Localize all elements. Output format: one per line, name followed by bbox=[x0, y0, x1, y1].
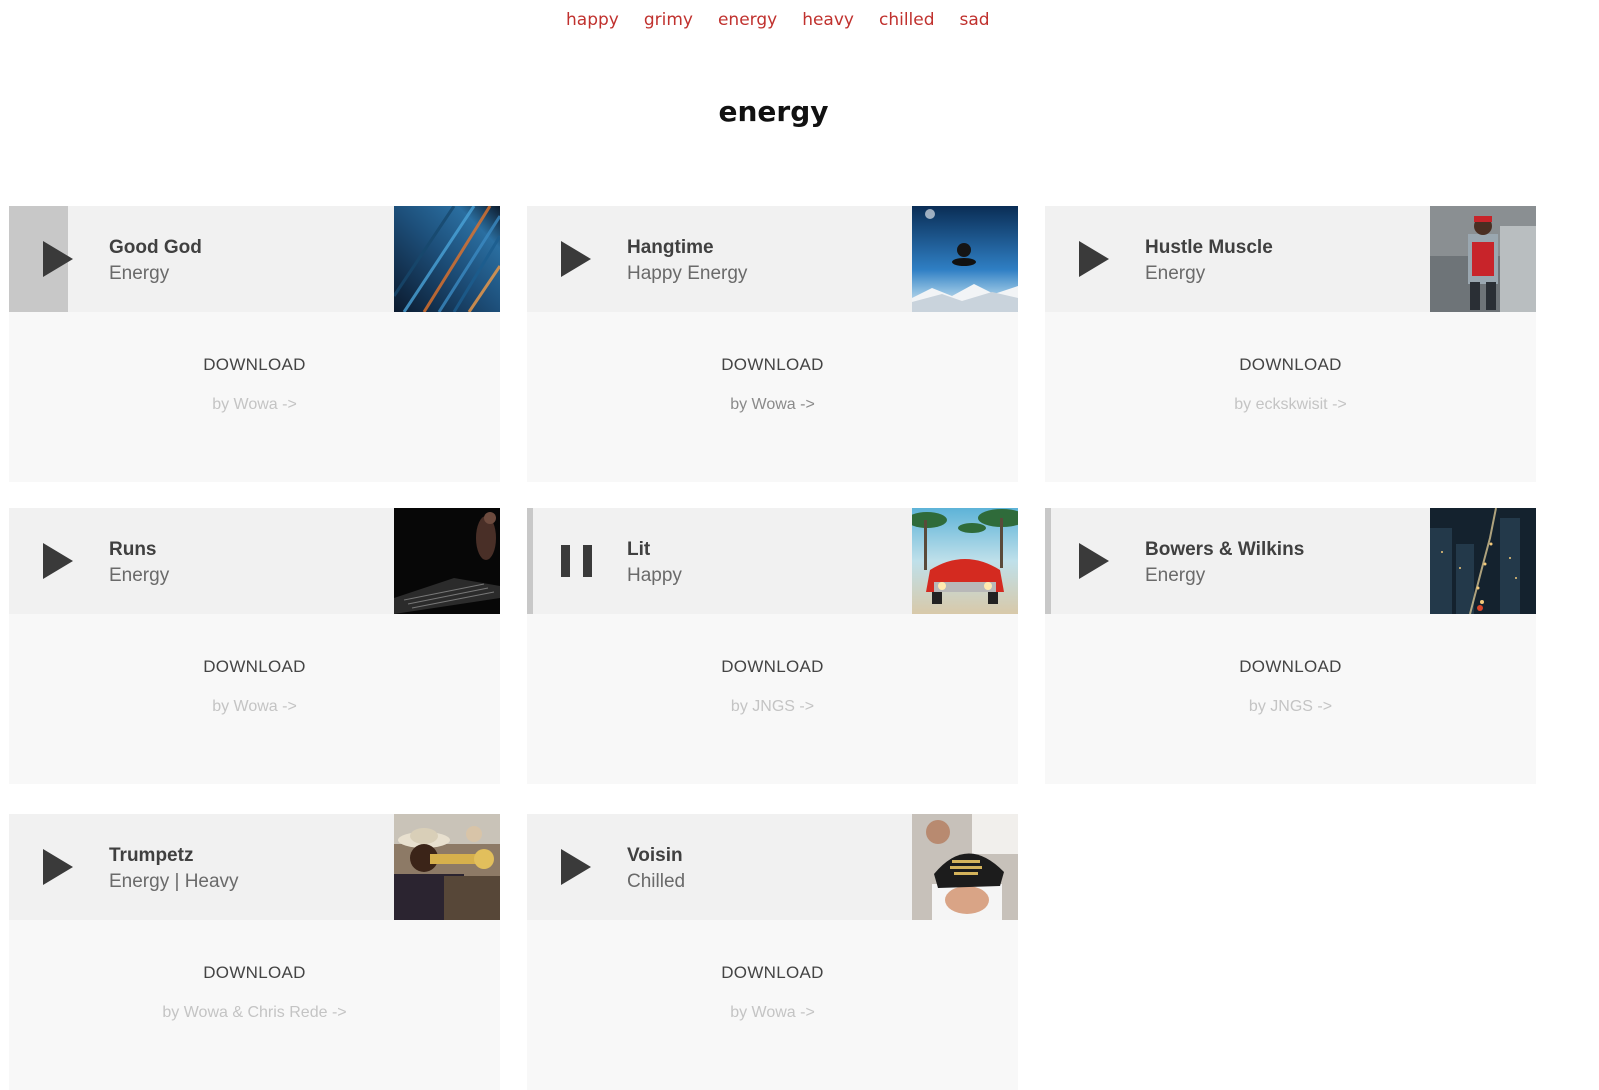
cover-image bbox=[1430, 508, 1536, 614]
track-title: Lit bbox=[627, 539, 651, 560]
track-title: Runs bbox=[109, 539, 157, 560]
cover-image bbox=[912, 814, 1018, 920]
track-card: Voisin Chilled DOWNLOAD by Wowa -> bbox=[527, 814, 1018, 1090]
progress-bar[interactable] bbox=[1045, 508, 1051, 614]
track-genre: Happy Energy bbox=[627, 263, 748, 284]
track-genre: Energy bbox=[109, 263, 170, 284]
track-player[interactable]: Hustle Muscle Energy bbox=[1045, 206, 1536, 312]
download-button[interactable]: DOWNLOAD bbox=[527, 962, 1018, 984]
cap-logo bbox=[950, 860, 982, 875]
play-icon bbox=[561, 241, 591, 277]
track-title: Voisin bbox=[627, 845, 683, 866]
track-card: Lit Happy DOWNLOAD by JNGS -> bbox=[527, 508, 1018, 784]
track-card: Hangtime Happy Energy DOWNLOAD by Wowa -… bbox=[527, 206, 1018, 482]
track-genre: Chilled bbox=[627, 871, 686, 892]
artist-link[interactable]: by Wowa & Chris Rede -> bbox=[9, 1002, 500, 1024]
download-button[interactable]: DOWNLOAD bbox=[9, 656, 500, 678]
play-button[interactable] bbox=[41, 239, 75, 279]
play-icon bbox=[43, 849, 73, 885]
track-title: Hustle Muscle bbox=[1145, 237, 1273, 258]
artist-link[interactable]: by JNGS -> bbox=[1045, 696, 1536, 718]
track-card: Trumpetz Energy | Heavy DOWNLOAD by Wowa… bbox=[9, 814, 500, 1090]
nav-link-grimy[interactable]: grimy bbox=[644, 8, 693, 32]
progress-bar[interactable] bbox=[527, 508, 533, 614]
play-icon bbox=[1079, 241, 1109, 277]
page-title: energy bbox=[718, 95, 829, 128]
track-player[interactable]: Bowers & Wilkins Energy bbox=[1045, 508, 1536, 614]
track-player[interactable]: Hangtime Happy Energy bbox=[527, 206, 1018, 312]
track-card: Good God Energy DOWNLOAD by Wowa -> bbox=[9, 206, 500, 482]
play-button[interactable] bbox=[41, 847, 75, 887]
download-button[interactable]: DOWNLOAD bbox=[527, 354, 1018, 376]
artist-link[interactable]: by Wowa -> bbox=[9, 696, 500, 718]
play-button[interactable] bbox=[1077, 239, 1111, 279]
track-player[interactable]: Trumpetz Energy | Heavy bbox=[9, 814, 500, 920]
track-player[interactable]: Good God Energy bbox=[9, 206, 500, 312]
track-player[interactable]: Runs Energy bbox=[9, 508, 500, 614]
track-title: Bowers & Wilkins bbox=[1145, 539, 1305, 560]
track-title: Hangtime bbox=[627, 237, 714, 258]
cover-image bbox=[912, 206, 1018, 312]
track-title: Good God bbox=[109, 237, 202, 258]
track-genre: Happy bbox=[627, 565, 682, 586]
track-genre: Energy bbox=[1145, 565, 1206, 586]
track-player[interactable]: Voisin Chilled bbox=[527, 814, 1018, 920]
genre-nav: happy grimy energy heavy chilled sad bbox=[0, 8, 1599, 38]
play-icon bbox=[1079, 543, 1109, 579]
play-button[interactable] bbox=[1077, 541, 1111, 581]
track-card: Hustle Muscle Energy DOWNLOAD by eckskwi… bbox=[1045, 206, 1536, 482]
artist-link[interactable]: by Wowa -> bbox=[527, 394, 1018, 416]
genre-nav-links: happy grimy energy heavy chilled sad bbox=[566, 8, 1015, 32]
download-button[interactable]: DOWNLOAD bbox=[527, 656, 1018, 678]
cover-image bbox=[912, 508, 1018, 614]
cover-image bbox=[1430, 206, 1536, 312]
artist-link[interactable]: by Wowa -> bbox=[9, 394, 500, 416]
track-title: Trumpetz bbox=[109, 845, 194, 866]
pause-icon bbox=[561, 545, 592, 577]
nav-link-happy[interactable]: happy bbox=[566, 8, 619, 32]
pause-button[interactable] bbox=[559, 541, 593, 581]
track-card: Runs Energy DOWNLOAD by Wowa -> bbox=[9, 508, 500, 784]
artist-link[interactable]: by Wowa -> bbox=[527, 1002, 1018, 1024]
track-genre: Energy bbox=[109, 565, 170, 586]
nav-link-sad[interactable]: sad bbox=[960, 8, 990, 32]
track-genre: Energy | Heavy bbox=[109, 871, 239, 892]
cover-image bbox=[394, 206, 500, 312]
download-button[interactable]: DOWNLOAD bbox=[1045, 354, 1536, 376]
artist-link[interactable]: by eckskwisit -> bbox=[1045, 394, 1536, 416]
play-icon bbox=[43, 241, 73, 277]
play-icon bbox=[561, 849, 591, 885]
download-button[interactable]: DOWNLOAD bbox=[1045, 656, 1536, 678]
download-button[interactable]: DOWNLOAD bbox=[9, 354, 500, 376]
nav-link-chilled[interactable]: chilled bbox=[879, 8, 935, 32]
play-button[interactable] bbox=[559, 847, 593, 887]
cover-image bbox=[394, 814, 500, 920]
nav-link-energy[interactable]: energy bbox=[718, 8, 777, 32]
download-button[interactable]: DOWNLOAD bbox=[9, 962, 500, 984]
play-icon bbox=[43, 543, 73, 579]
track-card: Bowers & Wilkins Energy DOWNLOAD by JNGS… bbox=[1045, 508, 1536, 784]
track-player[interactable]: Lit Happy bbox=[527, 508, 1018, 614]
cover-image bbox=[394, 508, 500, 614]
play-button[interactable] bbox=[559, 239, 593, 279]
play-button[interactable] bbox=[41, 541, 75, 581]
artist-link[interactable]: by JNGS -> bbox=[527, 696, 1018, 718]
track-genre: Energy bbox=[1145, 263, 1206, 284]
nav-link-heavy[interactable]: heavy bbox=[802, 8, 854, 32]
